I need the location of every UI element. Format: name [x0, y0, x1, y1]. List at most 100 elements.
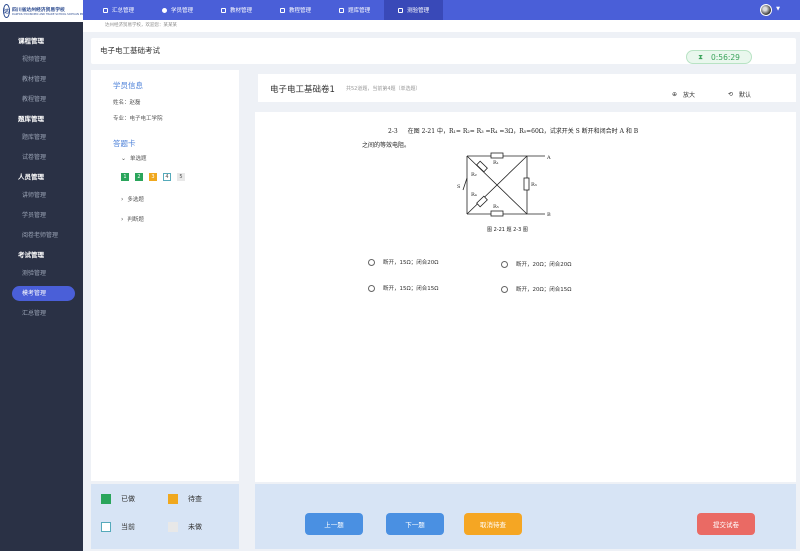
question-number-2[interactable]: 2: [135, 173, 143, 181]
option-label: 断开，15Ω；闭合15Ω: [383, 286, 439, 292]
group-label: 判断题: [127, 217, 144, 223]
question-number-3[interactable]: 3: [149, 173, 157, 181]
sidebar-item-lecturers[interactable]: 讲师管理: [0, 186, 83, 206]
question-number-4[interactable]: 4: [163, 173, 171, 181]
exam-header: 电子电工基础考试 ⧗ 0:56:29: [91, 38, 796, 64]
question-text: 2-3 在图 2-21 中，R₁= R₂= R₃ =R₄ =3Ω，R₅=60Ω，试…: [362, 125, 678, 153]
tab-label: 学员管理: [171, 8, 194, 14]
zoom-label: 放大: [683, 92, 696, 99]
logo-en: DAZHOU ECONOMIC AND TRADE SCHOOL SICHUAN…: [12, 13, 94, 16]
tab-textbooks[interactable]: 教材管理: [207, 0, 266, 20]
tab-students[interactable]: 学员管理: [148, 0, 207, 20]
tab-label: 汇总管理: [112, 8, 135, 14]
doc-icon: [280, 7, 286, 13]
pending-swatch: [168, 494, 178, 504]
group-true-false[interactable]: › 判断题: [121, 215, 144, 224]
group-single-choice[interactable]: ⌄ 单选题: [121, 154, 147, 163]
sidebar-item-quizzes[interactable]: 测验管理: [0, 264, 83, 284]
hourglass-icon: ⧗: [698, 52, 703, 61]
question-line-2: 之间的等效电阻。: [362, 142, 411, 149]
option-b[interactable]: 断开，20Ω；闭合20Ω: [501, 260, 571, 268]
question-number-5[interactable]: 5: [177, 173, 185, 181]
legend-label: 未做: [188, 523, 202, 531]
tab-label: 测验管理: [407, 8, 430, 14]
option-label: 断开，20Ω；闭合20Ω: [516, 262, 572, 268]
tab-tutorials[interactable]: 教程管理: [266, 0, 325, 20]
tab-label: 题库管理: [348, 8, 371, 14]
exam-title: 电子电工基础考试: [100, 46, 160, 55]
action-bar: 上一题 下一题 取消待查 提交试卷: [255, 484, 796, 549]
legend-undone: 未做: [168, 522, 202, 532]
default-label: 默认: [739, 92, 752, 99]
logo-cn: 四川省达州经济贸易学校: [12, 7, 65, 13]
legend-current: 当前: [101, 522, 135, 532]
prev-question-button[interactable]: 上一题: [305, 513, 363, 535]
tab-summary[interactable]: 汇总管理: [89, 0, 148, 20]
radio-button[interactable]: [368, 284, 375, 292]
question-card: 2-3 在图 2-21 中，R₁= R₂= R₃ =R₄ =3Ω，R₅=60Ω，试…: [255, 112, 796, 482]
school-logo: 达 四川省达州经济贸易学校 DAZHOU ECONOMIC AND TRADE …: [0, 0, 93, 22]
school-emblem-icon: 达: [3, 4, 11, 18]
sidebar-item-summary[interactable]: 汇总管理: [0, 304, 83, 324]
paper-progress: 共52道题，当前第4题（单选题）: [346, 86, 421, 92]
default-size-button[interactable]: ⟲ 默认: [728, 90, 751, 99]
reset-icon: ⟲: [728, 91, 734, 98]
legend-label: 待查: [188, 495, 202, 503]
label-r1: R₁: [493, 160, 499, 166]
sidebar-item-graders[interactable]: 阅卷老师管理: [0, 226, 83, 246]
student-major: 专业：电子电工学院: [113, 116, 163, 122]
group-label: 单选题: [130, 156, 147, 162]
label-b: B: [547, 212, 551, 218]
next-question-button[interactable]: 下一题: [386, 513, 444, 535]
student-name: 姓名：赵磊: [113, 100, 141, 106]
radio-button[interactable]: [368, 258, 375, 266]
sidebar-item-video[interactable]: 视频管理: [0, 50, 83, 70]
sidebar-item-questionbank[interactable]: 题库管理: [0, 128, 83, 148]
dashboard-icon: [103, 7, 108, 13]
nav-group-people: 人员管理: [18, 173, 44, 181]
sidebar-item-mock-exams[interactable]: 模考管理: [12, 286, 75, 301]
book-icon: [221, 7, 227, 13]
paper-header: 电子电工基础卷1 共52道题，当前第4题（单选题） ⊕ 放大 ⟲ 默认: [258, 74, 796, 102]
top-nav: 汇总管理 学员管理 教材管理 教程管理 题库管理 测验管理 ▼: [83, 0, 800, 20]
student-panel: 学员信息 姓名：赵磊 专业：电子电工学院 答题卡 ⌄ 单选题 1 2 3 4 5…: [91, 70, 239, 481]
nav-group-exam: 考试管理: [18, 251, 44, 259]
tab-questionbank[interactable]: 题库管理: [325, 0, 384, 20]
radio-button[interactable]: [501, 260, 508, 268]
cancel-pending-button[interactable]: 取消待查: [464, 513, 522, 535]
option-a[interactable]: 断开，15Ω；闭合20Ω: [368, 258, 438, 266]
sidebar-item-textbook[interactable]: 教材管理: [0, 70, 83, 90]
option-label: 断开，15Ω；闭合20Ω: [383, 260, 439, 266]
option-label: 断开，20Ω；闭合15Ω: [516, 287, 572, 293]
done-swatch: [101, 494, 111, 504]
undone-swatch: [168, 522, 178, 532]
label-r5: R₅: [493, 204, 499, 210]
sidebar-item-students[interactable]: 学员管理: [0, 206, 83, 226]
radio-button[interactable]: [501, 285, 508, 293]
zoom-in-button[interactable]: ⊕ 放大: [672, 90, 695, 99]
group-multi-choice[interactable]: › 多选题: [121, 195, 144, 204]
chevron-right-icon: ›: [121, 215, 124, 223]
question-number-1[interactable]: 1: [121, 173, 129, 181]
submit-exam-button[interactable]: 提交试卷: [697, 513, 755, 535]
nav-group-questionbank: 题库管理: [18, 115, 44, 123]
legend-pending: 待查: [168, 494, 202, 504]
chevron-down-icon[interactable]: ▼: [776, 6, 780, 12]
question-number: 2-3: [388, 128, 398, 135]
tab-quizzes[interactable]: 测验管理: [384, 0, 444, 20]
monitor-icon: [339, 7, 345, 13]
label-r2: R₂: [471, 172, 477, 178]
legend-label: 已做: [121, 495, 135, 503]
zoom-in-icon: ⊕: [672, 91, 678, 98]
avatar[interactable]: [760, 4, 772, 16]
chevron-right-icon: ›: [121, 195, 124, 203]
sidebar-item-papers[interactable]: 试卷管理: [0, 148, 83, 168]
option-c[interactable]: 断开，15Ω；闭合15Ω: [368, 284, 438, 292]
user-icon: [162, 7, 168, 13]
group-label: 多选题: [127, 197, 144, 203]
option-d[interactable]: 断开，20Ω；闭合15Ω: [501, 285, 571, 293]
sidebar-item-tutorial[interactable]: 教程管理: [0, 90, 83, 110]
question-line-1: 在图 2-21 中，R₁= R₂= R₃ =R₄ =3Ω，R₅=60Ω，试求开关…: [407, 128, 639, 135]
figure-caption: 图 2-21 题 2-3 图: [487, 227, 528, 233]
tab-label: 教程管理: [289, 8, 312, 14]
